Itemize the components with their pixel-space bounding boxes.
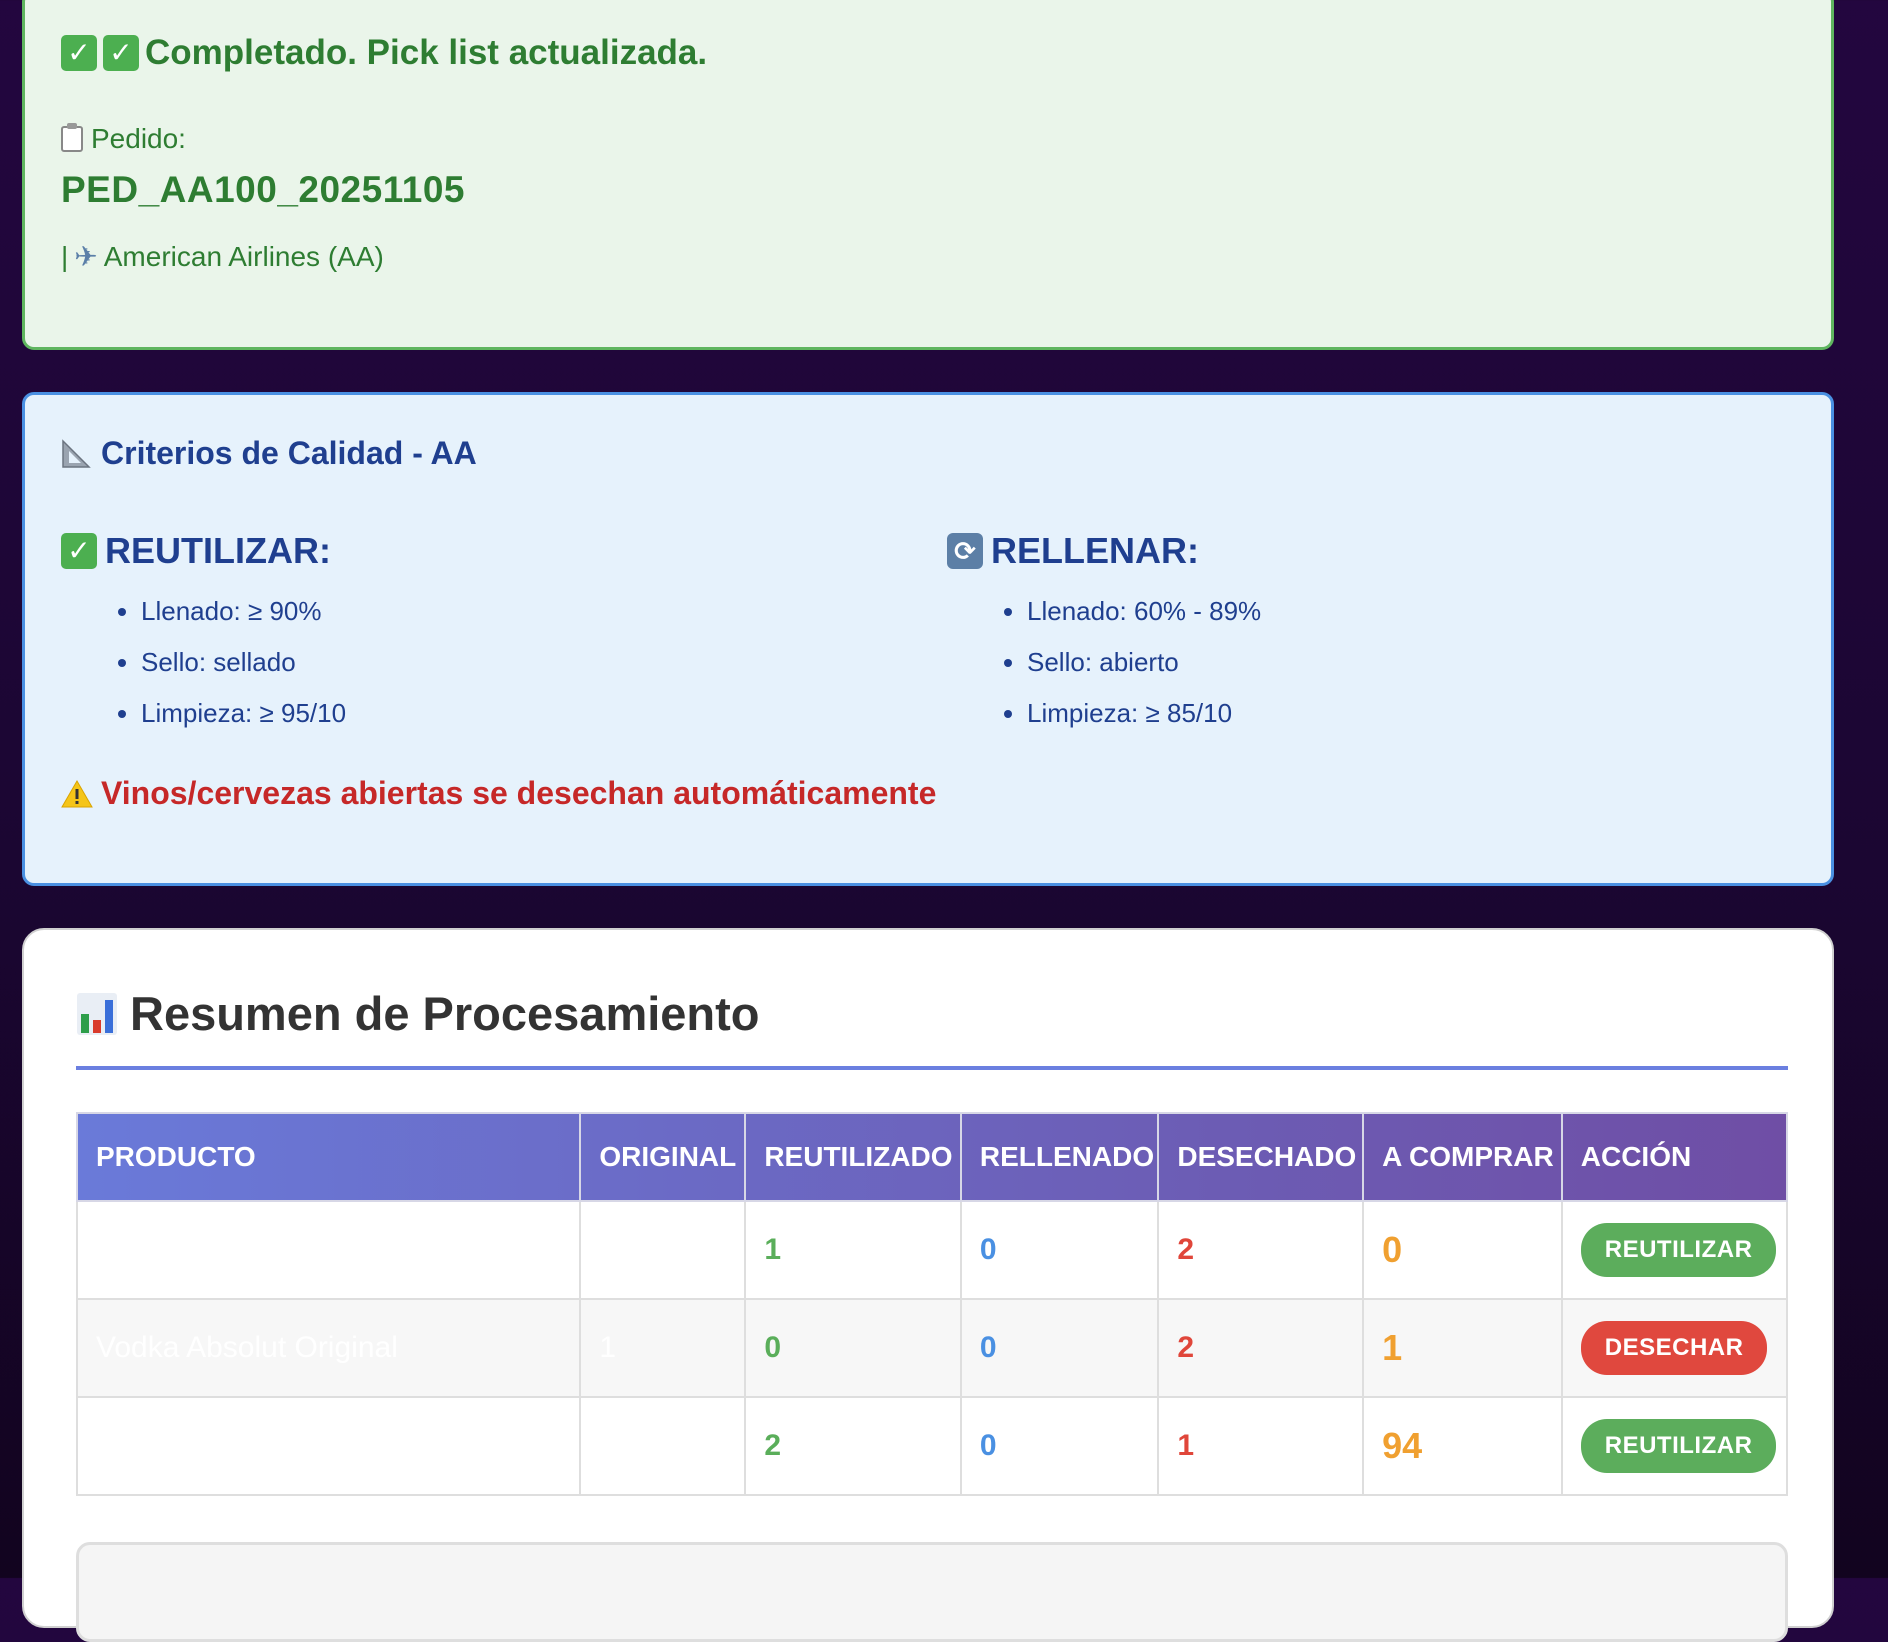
refill-heading: RELLENAR: xyxy=(991,530,1199,571)
table-header-row: PRODUCTO ORIGINAL REUTILIZADO RELLENADO … xyxy=(75,1112,1789,1202)
table-row: Vodka Absolut Original 1 0 0 2 1 DESECHA… xyxy=(75,1298,1789,1398)
check-icon: ✓ xyxy=(61,533,97,569)
success-message: Completado. Pick list actualizada. xyxy=(145,33,708,72)
action-badge-discard[interactable]: DESECHAR xyxy=(1580,1321,1768,1375)
list-item: Sello: abierto xyxy=(1027,649,1261,676)
reused-cell: 0 xyxy=(744,1298,962,1398)
order-id: PED_AA100_20251105 xyxy=(61,169,465,210)
bar-chart-icon xyxy=(77,992,117,1035)
to-buy-cell: 94 xyxy=(1362,1396,1563,1496)
action-badge-reuse[interactable]: REUTILIZAR xyxy=(1580,1419,1777,1473)
refresh-icon: ⟳ xyxy=(947,533,983,569)
action-badge-reuse[interactable]: REUTILIZAR xyxy=(1580,1223,1777,1277)
list-item: Llenado: 60% - 89% xyxy=(1027,598,1261,625)
refilled-cell: 0 xyxy=(959,1200,1160,1300)
criteria-title: Criterios de Calidad - AA xyxy=(101,435,477,471)
warning-icon xyxy=(61,779,93,807)
check-icon: ✓ xyxy=(61,35,97,71)
discarded-cell: 2 xyxy=(1157,1298,1365,1398)
original-cell: 1 xyxy=(579,1298,747,1398)
title-divider xyxy=(76,1066,1788,1070)
reuse-heading: REUTILIZAR: xyxy=(105,530,331,571)
success-title: ✓ ✓ Completado. Pick list actualizada. xyxy=(61,33,707,73)
quality-criteria-card: Criterios de Calidad - AA ✓ REUTILIZAR: … xyxy=(22,392,1834,886)
table-row: 2 0 1 94 REUTILIZAR xyxy=(75,1396,1789,1496)
list-item: Limpieza: ≥ 95/10 xyxy=(141,700,346,727)
reused-cell: 1 xyxy=(744,1200,962,1300)
table-row: 1 0 2 0 REUTILIZAR xyxy=(75,1200,1789,1300)
discarded-cell: 1 xyxy=(1157,1396,1365,1496)
list-item: Limpieza: ≥ 85/10 xyxy=(1027,700,1261,727)
reuse-criteria: ✓ REUTILIZAR: Llenado: ≥ 90% Sello: sell… xyxy=(61,530,346,751)
check-icon: ✓ xyxy=(103,35,139,71)
clipboard-icon xyxy=(61,123,83,152)
reuse-heading-row: ✓ REUTILIZAR: xyxy=(61,530,346,572)
list-item: Llenado: ≥ 90% xyxy=(141,598,346,625)
refilled-cell: 0 xyxy=(959,1298,1160,1398)
reused-cell: 2 xyxy=(744,1396,962,1496)
summary-title: Resumen de Procesamiento xyxy=(130,987,760,1040)
product-cell: Vodka Absolut Original xyxy=(75,1298,582,1398)
airline-separator: | xyxy=(61,240,69,272)
action-cell: DESECHAR xyxy=(1560,1298,1789,1398)
details-panel xyxy=(76,1542,1788,1642)
refill-heading-row: ⟳ RELLENAR: xyxy=(947,530,1261,572)
column-header-refilled[interactable]: RELLENADO xyxy=(959,1112,1160,1202)
warning-row: Vinos/cervezas abiertas se desechan auto… xyxy=(61,775,936,812)
processing-summary-card: Resumen de Procesamiento PRODUCTO ORIGIN… xyxy=(22,928,1834,1642)
summary-table: PRODUCTO ORIGINAL REUTILIZADO RELLENADO … xyxy=(75,1112,1789,1496)
warning-text: Vinos/cervezas abiertas se desechan auto… xyxy=(101,775,937,811)
discarded-cell: 2 xyxy=(1157,1200,1365,1300)
order-label: Pedido: xyxy=(91,123,186,154)
product-cell xyxy=(75,1200,582,1300)
refilled-cell: 0 xyxy=(959,1396,1160,1496)
summary-title-row: Resumen de Procesamiento xyxy=(76,986,760,1041)
list-item: Sello: sellado xyxy=(141,649,346,676)
airplane-icon: ✈ xyxy=(74,241,98,272)
product-cell xyxy=(75,1396,582,1496)
refill-criteria: ⟳ RELLENAR: Llenado: 60% - 89% Sello: ab… xyxy=(947,530,1261,751)
airline-name: American Airlines (AA) xyxy=(103,240,384,272)
to-buy-cell: 0 xyxy=(1362,1200,1563,1300)
column-header-original[interactable]: ORIGINAL xyxy=(579,1112,747,1202)
order-label-row: Pedido: xyxy=(61,123,186,155)
column-header-product[interactable]: PRODUCTO xyxy=(75,1112,582,1202)
criteria-title-row: Criterios de Calidad - AA xyxy=(61,435,477,472)
column-header-action[interactable]: ACCIÓN xyxy=(1560,1112,1789,1202)
original-cell xyxy=(579,1200,747,1300)
to-buy-cell: 1 xyxy=(1362,1298,1563,1398)
action-cell: REUTILIZAR xyxy=(1560,1200,1789,1300)
column-header-discarded[interactable]: DESECHADO xyxy=(1157,1112,1365,1202)
column-header-reused[interactable]: REUTILIZADO xyxy=(744,1112,962,1202)
column-header-to-buy[interactable]: A COMPRAR xyxy=(1362,1112,1563,1202)
refill-list: Llenado: 60% - 89% Sello: abierto Limpie… xyxy=(947,598,1261,727)
reuse-list: Llenado: ≥ 90% Sello: sellado Limpieza: … xyxy=(61,598,346,727)
action-cell: REUTILIZAR xyxy=(1560,1396,1789,1496)
success-card: ✓ ✓ Completado. Pick list actualizada. P… xyxy=(22,0,1834,350)
airline-row: | ✈ American Airlines (AA) xyxy=(61,240,384,273)
original-cell xyxy=(579,1396,747,1496)
triangle-ruler-icon xyxy=(61,438,91,469)
